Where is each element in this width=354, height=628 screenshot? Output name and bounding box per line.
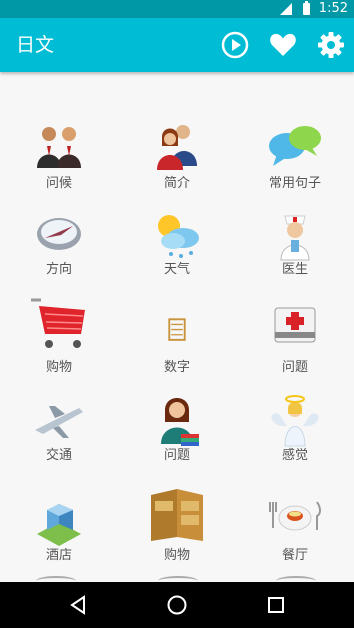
grid-item-numbers[interactable]: 数字 bbox=[118, 296, 236, 386]
grid-item-hotel[interactable]: 酒店 bbox=[0, 488, 118, 578]
grid-item-label: 酒店 bbox=[45, 548, 72, 563]
greeting-people-icon bbox=[37, 127, 81, 168]
grid-item-label: 感觉 bbox=[281, 448, 308, 463]
grid-item-label: 医生 bbox=[281, 262, 308, 277]
wallet-icon bbox=[151, 489, 203, 541]
signal-icon bbox=[280, 3, 292, 15]
grid-item-label: 问题 bbox=[163, 448, 190, 463]
shopping-cart-icon bbox=[31, 298, 85, 348]
grid-item-directions[interactable]: 方向 bbox=[0, 208, 118, 298]
weather-icon bbox=[158, 215, 199, 258]
recents-icon[interactable] bbox=[264, 593, 288, 617]
abacus-icon bbox=[168, 318, 186, 341]
grid-item-transport[interactable]: 交通 bbox=[0, 394, 118, 484]
grid-item-questions[interactable]: 问题 bbox=[236, 296, 354, 386]
first-aid-kit-icon bbox=[274, 307, 316, 343]
grid-item-shopping-2[interactable]: 购物 bbox=[118, 488, 236, 578]
play-icon[interactable] bbox=[220, 30, 250, 60]
grid-item-label: 交通 bbox=[45, 448, 72, 463]
grid-item-common-phrases[interactable]: 常用句子 bbox=[236, 122, 354, 212]
grid-item-weather[interactable]: 天气 bbox=[118, 208, 236, 298]
grid-item-label: 常用句子 bbox=[268, 176, 321, 191]
grid-item-restaurant[interactable]: 餐厅 bbox=[236, 488, 354, 578]
grid-item-label: 数字 bbox=[163, 360, 190, 375]
airplane-icon bbox=[35, 406, 83, 438]
grid-item-doctor[interactable]: 医生 bbox=[236, 208, 354, 298]
status-time: 1:52 bbox=[318, 1, 348, 16]
introduction-people-icon bbox=[157, 125, 197, 170]
grid-item-label: 简介 bbox=[163, 176, 190, 191]
grid-item-questions-2[interactable]: 问题 bbox=[118, 394, 236, 484]
gear-icon[interactable] bbox=[316, 30, 346, 60]
app-title: 日文 bbox=[16, 34, 55, 56]
speech-bubbles-icon bbox=[269, 126, 321, 166]
dining-plate-icon bbox=[269, 501, 321, 531]
grid-item-label: 问候 bbox=[45, 176, 72, 191]
back-icon[interactable] bbox=[66, 593, 90, 617]
grid-item-shopping[interactable]: 购物 bbox=[0, 296, 118, 386]
compass-icon bbox=[37, 218, 81, 250]
home-icon[interactable] bbox=[165, 593, 189, 617]
grid-item-introduction[interactable]: 简介 bbox=[118, 122, 236, 212]
heart-icon[interactable] bbox=[268, 30, 298, 60]
status-bar: 1:52 bbox=[0, 0, 354, 18]
angel-icon bbox=[271, 395, 319, 447]
reading-person-icon bbox=[161, 398, 199, 446]
grid-item-label: 问题 bbox=[281, 360, 308, 375]
grid-item-greeting[interactable]: 问候 bbox=[0, 122, 118, 212]
grid-item-label: 餐厅 bbox=[281, 548, 308, 563]
app-bar: 日文 bbox=[0, 18, 354, 72]
hotel-building-icon bbox=[37, 504, 81, 546]
grid-item-label: 购物 bbox=[45, 360, 72, 375]
grid-item-feelings[interactable]: 感觉 bbox=[236, 394, 354, 484]
doctor-icon bbox=[280, 215, 310, 261]
grid-item-label: 方向 bbox=[45, 262, 72, 277]
battery-icon bbox=[303, 1, 310, 15]
navigation-bar bbox=[0, 582, 354, 628]
grid-item-label: 天气 bbox=[163, 262, 190, 277]
grid-item-label: 购物 bbox=[163, 548, 190, 563]
